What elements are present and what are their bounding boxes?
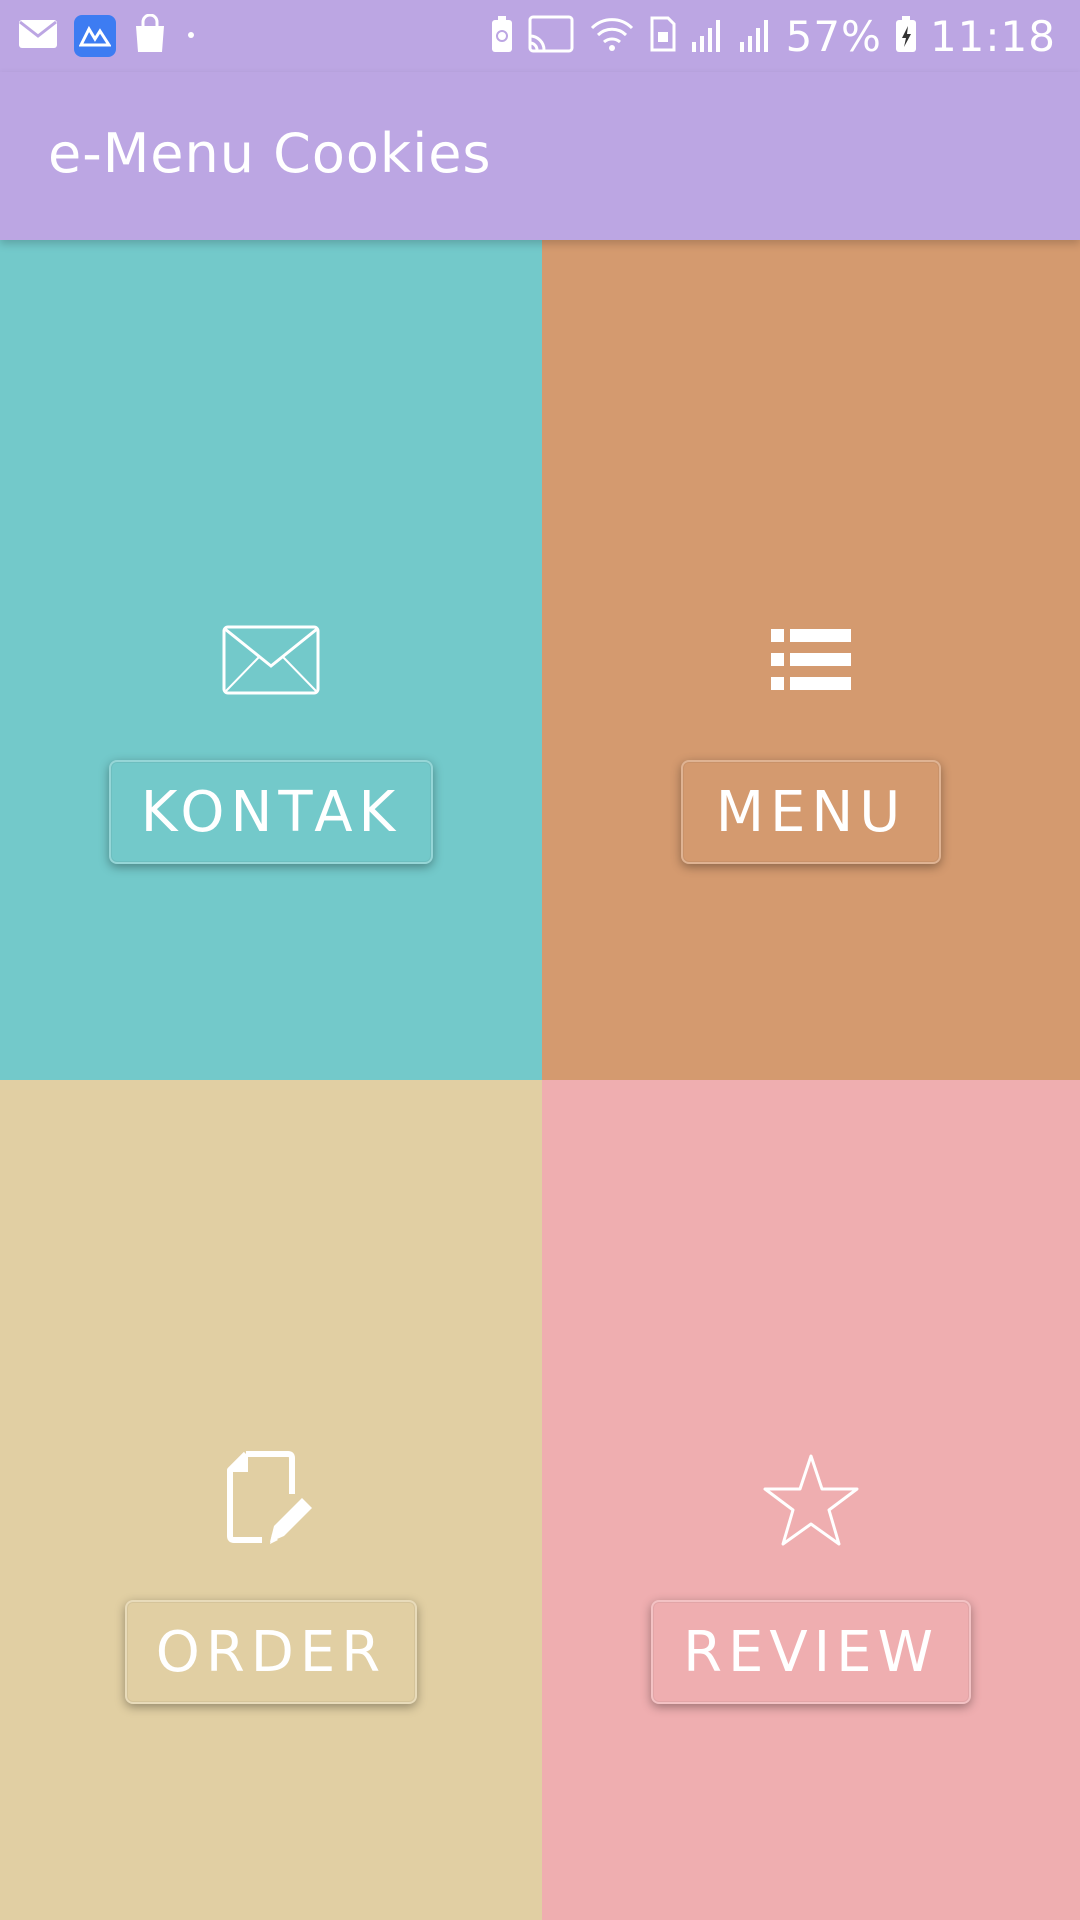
- status-bar-right: 57% 11:18: [490, 10, 1056, 62]
- tile-review[interactable]: REVIEW: [542, 1080, 1080, 1920]
- mail-icon: [216, 620, 326, 700]
- app-bar: e-Menu Cookies: [0, 72, 1080, 240]
- review-button[interactable]: REVIEW: [651, 1600, 971, 1704]
- clock: 11:18: [929, 11, 1056, 61]
- sim-icon: [648, 14, 678, 58]
- kontak-button[interactable]: KONTAK: [109, 760, 433, 864]
- tile-menu[interactable]: MENU: [542, 240, 1080, 1080]
- order-button[interactable]: ORDER: [125, 1600, 417, 1704]
- menu-button[interactable]: MENU: [681, 760, 941, 864]
- battery-charging-icon: [894, 14, 918, 58]
- status-bar: 57% 11:18: [0, 0, 1080, 72]
- status-bar-left: [18, 13, 198, 58]
- signal-icon: [738, 14, 774, 58]
- tile-kontak[interactable]: KONTAK: [0, 240, 542, 1080]
- edit-document-icon: [216, 1451, 326, 1544]
- app-icon: [74, 15, 116, 57]
- signal-icon: [690, 14, 726, 58]
- dot-icon: [184, 27, 198, 46]
- menu-grid: KONTAK MENU ORDER REVIEW: [0, 240, 1080, 1920]
- wifi-icon: [588, 14, 636, 58]
- shopping-bag-icon: [132, 13, 168, 58]
- star-icon: [756, 1454, 866, 1546]
- cast-icon: [526, 14, 576, 58]
- battery-percent: 57%: [785, 11, 882, 61]
- battery-saver-icon: [490, 14, 514, 58]
- tile-order[interactable]: ORDER: [0, 1080, 542, 1920]
- gmail-icon: [18, 19, 58, 53]
- app-title: e-Menu Cookies: [48, 122, 492, 185]
- list-icon: [756, 620, 866, 700]
